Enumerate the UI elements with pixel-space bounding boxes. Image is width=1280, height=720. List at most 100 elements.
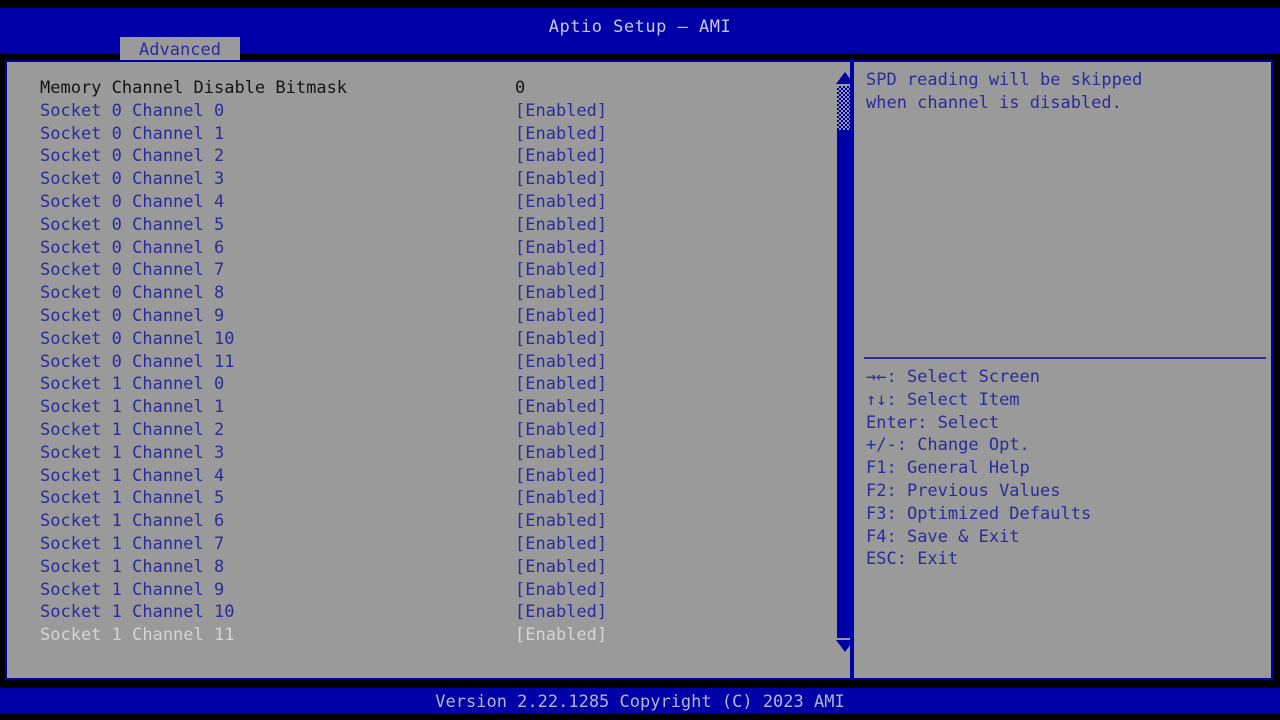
settings-row[interactable]: Socket 1 Channel 11 [Enabled] bbox=[7, 624, 825, 647]
settings-row[interactable]: Socket 0 Channel 0 [Enabled] bbox=[7, 100, 825, 123]
key-legend-keys: F3 bbox=[866, 503, 887, 524]
key-legend-keys: Enter bbox=[866, 412, 918, 433]
settings-row[interactable]: Socket 1 Channel 2 [Enabled] bbox=[7, 419, 825, 442]
key-legend-row: Enter: Select bbox=[866, 412, 1266, 435]
key-legend-row: F2: Previous Values bbox=[866, 480, 1266, 503]
settings-row[interactable]: Socket 1 Channel 10 [Enabled] bbox=[7, 601, 825, 624]
settings-row-label: Socket 0 Channel 1 bbox=[40, 123, 225, 144]
settings-row-label: Socket 0 Channel 10 bbox=[40, 328, 235, 349]
settings-row-label: Socket 1 Channel 7 bbox=[40, 534, 225, 554]
settings-row[interactable]: Socket 1 Channel 6 [Enabled] bbox=[7, 510, 825, 533]
settings-row-value[interactable]: [Enabled] bbox=[515, 191, 607, 214]
main-panel: Memory Channel Disable Bitmask 0 Socket 0 … bbox=[5, 60, 1273, 680]
settings-row-value[interactable]: [Enabled] bbox=[515, 487, 607, 510]
settings-row-value[interactable]: [Enabled] bbox=[515, 282, 607, 305]
settings-row-value[interactable]: [Enabled] bbox=[515, 465, 607, 488]
settings-row-value[interactable]: [Enabled] bbox=[515, 214, 607, 237]
settings-row[interactable]: Socket 1 Channel 5 [Enabled] bbox=[7, 487, 825, 510]
key-legend-desc: : Select Screen bbox=[886, 367, 1041, 387]
settings-row-value[interactable]: [Enabled] bbox=[515, 442, 607, 465]
settings-row[interactable]: Socket 1 Channel 3 [Enabled] bbox=[7, 442, 825, 465]
settings-row-value[interactable]: [Enabled] bbox=[515, 556, 607, 579]
settings-row[interactable]: Socket 1 Channel 0 [Enabled] bbox=[7, 373, 825, 396]
help-separator bbox=[864, 357, 1266, 359]
panel-divider bbox=[850, 62, 854, 678]
settings-row[interactable]: Socket 0 Channel 2 [Enabled] bbox=[7, 145, 825, 168]
settings-row-value[interactable]: [Enabled] bbox=[515, 100, 607, 123]
settings-row-value[interactable]: [Enabled] bbox=[515, 373, 607, 396]
settings-row-value[interactable]: [Enabled] bbox=[515, 601, 607, 624]
settings-row-value[interactable]: [Enabled] bbox=[515, 396, 607, 419]
key-legend-row: ↑↓: Select Item bbox=[866, 389, 1266, 412]
settings-row-value[interactable]: [Enabled] bbox=[515, 351, 607, 374]
settings-row[interactable]: Socket 1 Channel 1 [Enabled] bbox=[7, 396, 825, 419]
settings-row[interactable]: Socket 1 Channel 8 [Enabled] bbox=[7, 556, 825, 579]
settings-row-value[interactable]: [Enabled] bbox=[515, 305, 607, 328]
key-legend-desc: : Select bbox=[917, 412, 1000, 433]
settings-row-label: Socket 0 Channel 7 bbox=[40, 260, 225, 281]
settings-row[interactable]: Socket 0 Channel 6 [Enabled] bbox=[7, 237, 825, 260]
settings-row[interactable]: Socket 0 Channel 9 [Enabled] bbox=[7, 305, 825, 328]
status-bar: Version 2.22.1285 Copyright (C) 2023 AMI bbox=[0, 688, 1280, 714]
settings-row-label: Socket 0 Channel 5 bbox=[40, 214, 225, 235]
settings-row-value[interactable]: [Enabled] bbox=[515, 145, 607, 168]
help-pane: SPD reading will be skipped when channel… bbox=[862, 62, 1267, 678]
settings-row-label: Socket 1 Channel 1 bbox=[40, 397, 225, 418]
settings-row[interactable]: Socket 1 Channel 9 [Enabled] bbox=[7, 579, 825, 602]
settings-row-label: Socket 1 Channel 6 bbox=[40, 511, 225, 532]
key-legend-row: ESC: Exit bbox=[866, 548, 1266, 571]
settings-row[interactable]: Socket 0 Channel 11 [Enabled] bbox=[7, 351, 825, 374]
settings-row-value[interactable]: [Enabled] bbox=[515, 123, 607, 146]
settings-row[interactable]: Socket 0 Channel 4 [Enabled] bbox=[7, 191, 825, 214]
settings-row-value: 0 bbox=[515, 78, 526, 98]
version-text: Version 2.22.1285 Copyright (C) 2023 AMI bbox=[435, 692, 845, 712]
settings-row[interactable]: Socket 0 Channel 3 [Enabled] bbox=[7, 168, 825, 191]
key-legend-keys: F2 bbox=[866, 480, 887, 501]
key-legend-row: +/-: Change Opt. bbox=[866, 434, 1266, 457]
settings-row[interactable]: Socket 1 Channel 4 [Enabled] bbox=[7, 465, 825, 488]
settings-row-value[interactable]: [Enabled] bbox=[515, 419, 607, 442]
tab-advanced[interactable]: Advanced bbox=[120, 37, 240, 62]
settings-row-value[interactable]: [Enabled] bbox=[515, 533, 607, 556]
key-legend-row: F4: Save & Exit bbox=[866, 526, 1266, 549]
settings-row[interactable]: Socket 0 Channel 7 [Enabled] bbox=[7, 259, 825, 282]
settings-row-label: Socket 0 Channel 2 bbox=[40, 146, 225, 167]
settings-row[interactable]: Socket 0 Channel 1 [Enabled] bbox=[7, 123, 825, 146]
settings-row-label: Socket 1 Channel 9 bbox=[40, 579, 225, 600]
settings-row[interactable]: Socket 0 Channel 5 [Enabled] bbox=[7, 214, 825, 237]
settings-row-label: Socket 0 Channel 3 bbox=[40, 169, 225, 190]
settings-row-label: Socket 1 Channel 4 bbox=[40, 465, 225, 486]
settings-row-value[interactable]: [Enabled] bbox=[515, 624, 607, 647]
settings-row-value[interactable]: [Enabled] bbox=[515, 510, 607, 533]
settings-row[interactable]: Socket 0 Channel 10 [Enabled] bbox=[7, 328, 825, 351]
settings-row-label: Socket 0 Channel 11 bbox=[40, 351, 235, 372]
settings-row-value[interactable]: [Enabled] bbox=[515, 168, 607, 191]
key-legend-row: F1: General Help bbox=[866, 457, 1266, 480]
settings-list[interactable]: Memory Channel Disable Bitmask 0 Socket 0 … bbox=[7, 62, 825, 678]
settings-row[interactable]: Socket 0 Channel 8 [Enabled] bbox=[7, 282, 825, 305]
settings-row-label: Socket 1 Channel 3 bbox=[40, 442, 225, 463]
key-legend-row: →←: Select Screen bbox=[866, 366, 1266, 389]
settings-row-value[interactable]: [Enabled] bbox=[515, 237, 607, 260]
tab-advanced-label: Advanced bbox=[139, 40, 221, 60]
settings-row-value[interactable]: [Enabled] bbox=[515, 328, 607, 351]
settings-row[interactable]: Socket 1 Channel 7 [Enabled] bbox=[7, 533, 825, 556]
key-legend-keys: +/- bbox=[866, 435, 897, 456]
settings-row-label: Socket 0 Channel 6 bbox=[40, 237, 225, 258]
panel-inner: Memory Channel Disable Bitmask 0 Socket 0 … bbox=[7, 62, 1271, 678]
key-legend-keys: →← bbox=[866, 367, 887, 387]
settings-row-value[interactable]: [Enabled] bbox=[515, 259, 607, 282]
key-legend-keys: F1 bbox=[866, 458, 887, 479]
settings-row-label: Socket 0 Channel 4 bbox=[40, 192, 225, 212]
settings-row-label: Memory Channel Disable Bitmask bbox=[40, 78, 348, 98]
key-legend-keys: ↑↓ bbox=[866, 389, 887, 410]
key-legend-row: F3: Optimized Defaults bbox=[866, 503, 1266, 526]
key-legend-desc: : Save & Exit bbox=[886, 526, 1020, 547]
settings-row-label: Socket 1 Channel 8 bbox=[40, 556, 225, 577]
title-bar: Aptio Setup – AMI Advanced bbox=[0, 8, 1280, 62]
key-legend-desc: : Select Item bbox=[886, 389, 1020, 410]
settings-row-label: Socket 0 Channel 8 bbox=[40, 283, 225, 304]
settings-row-value[interactable]: [Enabled] bbox=[515, 579, 607, 602]
settings-row: Memory Channel Disable Bitmask 0 bbox=[7, 77, 825, 100]
help-description: SPD reading will be skipped when channel… bbox=[866, 70, 1143, 113]
